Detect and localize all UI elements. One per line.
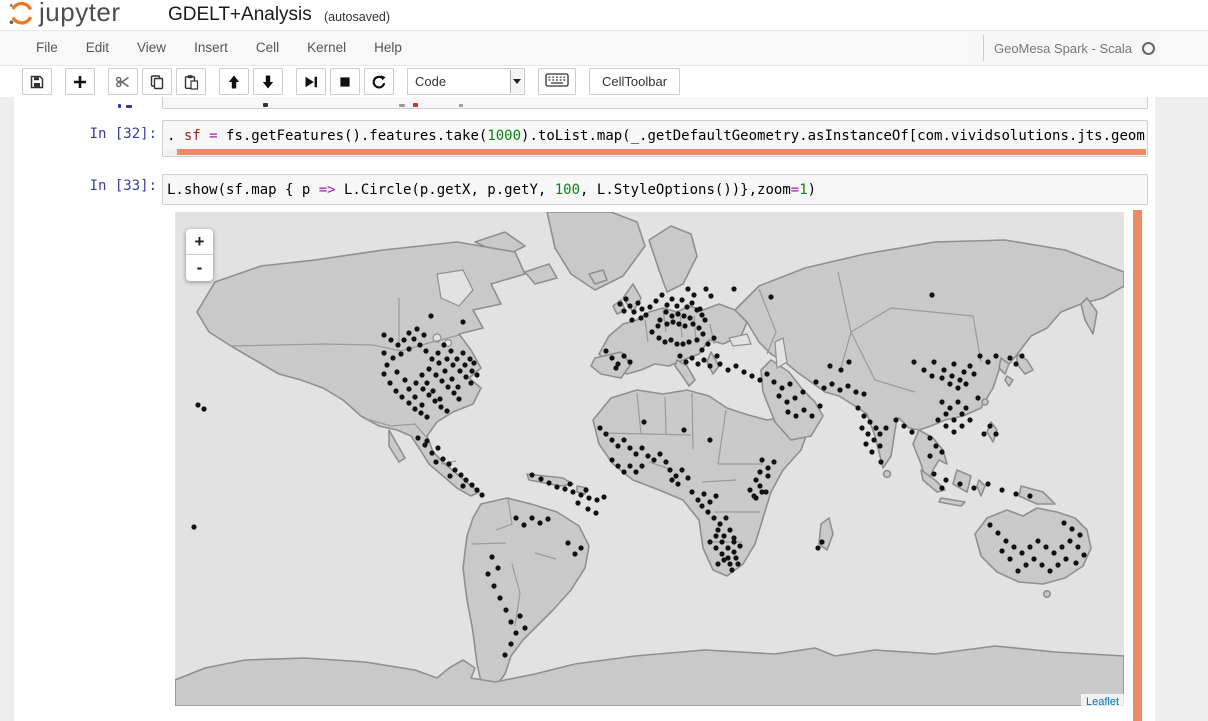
toolbar-group [108, 68, 206, 95]
toolbar-group [65, 68, 95, 95]
add-cell-icon [72, 74, 88, 90]
toolbar-group [22, 68, 52, 95]
code-token: fs.getFeatures().features.take( [218, 128, 488, 144]
zoom-in-button[interactable]: + [186, 229, 213, 255]
cell-type-select[interactable]: Code [407, 68, 525, 95]
kernel-area: GeoMesa Spark - Scala [971, 31, 1155, 65]
leaflet-attribution-link[interactable]: Leaflet [1081, 694, 1124, 706]
clipped-code-input[interactable] [162, 97, 1148, 109]
run-cell-icon [303, 74, 319, 90]
interrupt-kernel-icon [337, 74, 353, 90]
cut-cell-button[interactable] [108, 68, 138, 95]
code-token: => [319, 182, 336, 198]
code-token: = [209, 128, 217, 144]
code-input-33[interactable]: L.show(sf.map { p => L.Circle(p.getX, p.… [162, 174, 1148, 205]
interrupt-kernel-button[interactable] [330, 68, 360, 95]
kernel-separator [983, 35, 984, 61]
move-cell-down-button[interactable] [253, 68, 283, 95]
notebook-container: In [32]: . sf = fs.getFeatures().feature… [14, 97, 1155, 721]
notebook-area: In [32]: . sf = fs.getFeatures().feature… [0, 97, 1208, 721]
code-line: L.show(sf.map { p => L.Circle(p.getX, p.… [163, 175, 1147, 204]
copy-cell-icon [149, 74, 165, 90]
restart-kernel-button[interactable] [364, 68, 394, 95]
code-token: L.show(sf.map { p [167, 182, 319, 198]
code-token: = [791, 182, 799, 198]
kernel-name: GeoMesa Spark - Scala [994, 41, 1132, 56]
code-token: 1 [799, 182, 807, 198]
output-vertical-scrollbar[interactable] [1133, 210, 1142, 721]
paste-cell-icon [183, 74, 199, 90]
map-zoom-control: + - [186, 229, 213, 281]
menu-file[interactable]: File [22, 31, 72, 65]
code-input-32[interactable]: . sf = fs.getFeatures().features.take(10… [162, 120, 1148, 157]
jupyter-notebook-app: jupyter GDELT+Analysis (autosaved) FileE… [0, 0, 1208, 721]
menu-bar: FileEditViewInsertCellKernelHelp GeoMesa… [0, 30, 1208, 66]
cut-cell-icon [115, 74, 131, 90]
keyboard-icon [545, 72, 569, 91]
move-cell-up-button[interactable] [219, 68, 249, 95]
save-button[interactable] [22, 68, 52, 95]
notebook-title[interactable]: GDELT+Analysis [168, 4, 312, 26]
menu-edit[interactable]: Edit [72, 31, 123, 65]
world-map [175, 212, 1124, 706]
autosave-status: (autosaved) [324, 10, 390, 24]
code-token: . [167, 128, 184, 144]
input-prompt: In [33]: [14, 178, 157, 194]
horizontal-scrollbar-track[interactable] [164, 149, 1146, 155]
code-token: sf [184, 128, 201, 144]
code-token: ).toList.map(_.getDefaultGeometry.asInst… [521, 128, 1148, 144]
select-arrow-icon [510, 70, 523, 93]
menu-help[interactable]: Help [360, 31, 416, 65]
move-cell-up-icon [226, 74, 242, 90]
restart-kernel-icon [371, 74, 387, 90]
command-palette-button[interactable] [538, 68, 576, 95]
toolbar-button-groups [22, 68, 407, 95]
toolbar: Code CellToolbar [0, 66, 1208, 97]
menu-cell[interactable]: Cell [242, 31, 293, 65]
jupyter-logo-text: jupyter [39, 0, 121, 28]
horizontal-scrollbar-thumb[interactable] [177, 149, 1146, 155]
menu-list: FileEditViewInsertCellKernelHelp [22, 31, 416, 65]
celltoolbar-button[interactable]: CellToolbar [589, 68, 680, 95]
run-cell-button[interactable] [296, 68, 326, 95]
toolbar-group [219, 68, 283, 95]
landmasses [175, 212, 1124, 706]
code-token: 100 [555, 182, 580, 198]
code-token [201, 128, 209, 144]
clipped-prompt-fragment [126, 105, 132, 108]
kernel-idle-icon [1142, 42, 1155, 55]
paste-cell-button[interactable] [176, 68, 206, 95]
code-line: . sf = fs.getFeatures().features.take(10… [163, 121, 1147, 150]
code-token: L.Circle(p.getX, p.getY, [336, 182, 555, 198]
code-token: 1000 [487, 128, 521, 144]
move-cell-down-icon [260, 74, 276, 90]
code-token: , L.StyleOptions())},zoom [580, 182, 791, 198]
toolbar-group [296, 68, 394, 95]
zoom-out-button[interactable]: - [186, 255, 213, 281]
code-token: ) [808, 182, 816, 198]
input-prompt: In [32]: [14, 126, 157, 142]
cell-type-value: Code [415, 74, 446, 89]
menu-view[interactable]: View [123, 31, 180, 65]
jupyter-logo[interactable]: jupyter [8, 0, 121, 30]
menu-kernel[interactable]: Kernel [293, 31, 360, 65]
header: jupyter GDELT+Analysis (autosaved) [0, 0, 1208, 30]
jupyter-logo-icon [8, 0, 35, 32]
clipped-prompt-fragment [118, 104, 121, 108]
add-cell-button[interactable] [65, 68, 95, 95]
copy-cell-button[interactable] [142, 68, 172, 95]
menu-insert[interactable]: Insert [180, 31, 242, 65]
save-icon [29, 74, 45, 90]
leaflet-map-output[interactable]: + - Leaflet [175, 212, 1124, 706]
